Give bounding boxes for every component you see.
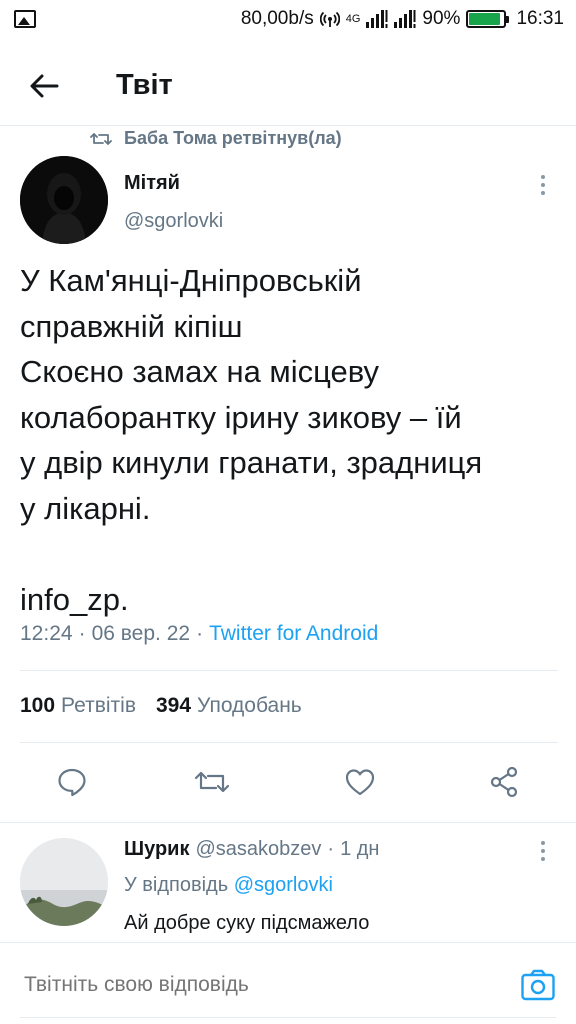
author-name[interactable]: Мітяй xyxy=(124,172,180,195)
author-handle[interactable]: @sgorlovki xyxy=(124,210,223,233)
camera-button[interactable] xyxy=(520,967,556,1003)
page-title: Твіт xyxy=(116,69,173,101)
likes-stat[interactable]: 394 Уподобань xyxy=(156,694,302,718)
battery-percent: 90% xyxy=(422,8,461,29)
tweet-time: 12:24 xyxy=(20,622,73,645)
input-underline xyxy=(20,1017,556,1018)
reply-input[interactable] xyxy=(24,973,484,997)
back-button[interactable] xyxy=(16,58,72,114)
like-button[interactable] xyxy=(340,764,380,800)
image-notification-icon xyxy=(14,10,36,28)
retweet-icon xyxy=(194,771,230,793)
signal-icon-2 xyxy=(394,10,416,28)
top-app-bar: Твіт xyxy=(0,46,576,126)
network-type: 4G xyxy=(345,13,361,25)
meta-separator: · xyxy=(327,838,335,860)
reply-avatar[interactable] xyxy=(20,838,108,926)
more-dot xyxy=(541,857,545,861)
divider xyxy=(20,742,558,743)
reply-icon xyxy=(58,768,86,797)
reply-time: 1 дн xyxy=(340,838,380,860)
signal-icon xyxy=(366,10,388,28)
share-button[interactable] xyxy=(484,764,524,800)
likes-count: 394 xyxy=(156,694,192,717)
retweets-label: Ретвітів xyxy=(61,694,136,717)
hotspot-icon xyxy=(319,11,340,27)
more-dot xyxy=(541,183,545,187)
tweet-meta: 12:24 · 06 вер. 22 · Twitter for Android xyxy=(20,622,378,646)
tweet-more-button[interactable] xyxy=(530,172,556,198)
more-dot xyxy=(541,841,545,845)
battery-fill xyxy=(469,13,501,25)
reply-to-prefix: У відповідь xyxy=(124,874,229,896)
more-dot xyxy=(541,191,545,195)
tweet-date: 06 вер. 22 xyxy=(91,622,191,645)
retweet-context-label: Баба Тома ретвітнув(ла) xyxy=(124,128,342,148)
more-dot xyxy=(541,849,545,853)
reply-to-line: У відповідь @sgorlovki xyxy=(124,874,333,897)
arrow-left-icon xyxy=(30,74,59,97)
reply-header: Шурик @sasakobzev · 1 дн xyxy=(124,838,379,861)
retweet-icon xyxy=(90,132,112,145)
share-icon xyxy=(490,766,518,798)
landscape-avatar xyxy=(20,838,108,926)
reply-more-button[interactable] xyxy=(530,838,556,864)
retweets-stat[interactable]: 100 Ретвітів xyxy=(20,694,136,718)
reply-text: Ай добре суку підсмажело xyxy=(124,912,370,934)
tweet-text: У Кам'янці-Дніпровській справжній кіпіш … xyxy=(20,263,483,617)
reply-author-handle[interactable]: @sasakobzev xyxy=(195,838,321,861)
tweet-actions xyxy=(0,756,576,808)
retweet-button[interactable] xyxy=(192,764,232,800)
meta-separator: · xyxy=(78,622,86,645)
compose-reply-bar xyxy=(0,942,576,1024)
tweet-source-link[interactable]: Twitter for Android xyxy=(209,622,378,646)
tweet-stats: 100 Ретвітів 394 Уподобань xyxy=(20,694,322,718)
retweets-count: 100 xyxy=(20,694,56,717)
heart-icon xyxy=(345,769,375,796)
battery-icon xyxy=(466,10,510,28)
meta-separator: · xyxy=(196,622,204,645)
camera-icon xyxy=(521,969,555,1001)
divider xyxy=(20,670,558,671)
divider xyxy=(0,822,576,823)
author-avatar[interactable] xyxy=(20,156,108,244)
reply-author-name[interactable]: Шурик xyxy=(124,838,189,861)
reply-button[interactable] xyxy=(52,764,92,800)
likes-label: Уподобань xyxy=(197,694,302,717)
reply-to-handle-link[interactable]: @sgorlovki xyxy=(234,874,333,896)
hooded-figure-avatar xyxy=(20,156,108,244)
status-bar: 80,00b/s 4G 90% 16:31 xyxy=(0,0,576,38)
clock: 16:31 xyxy=(516,8,564,29)
retweet-context[interactable]: Баба Тома ретвітнув(ла) xyxy=(90,128,342,149)
more-dot xyxy=(541,175,545,179)
network-speed: 80,00b/s xyxy=(240,8,314,29)
